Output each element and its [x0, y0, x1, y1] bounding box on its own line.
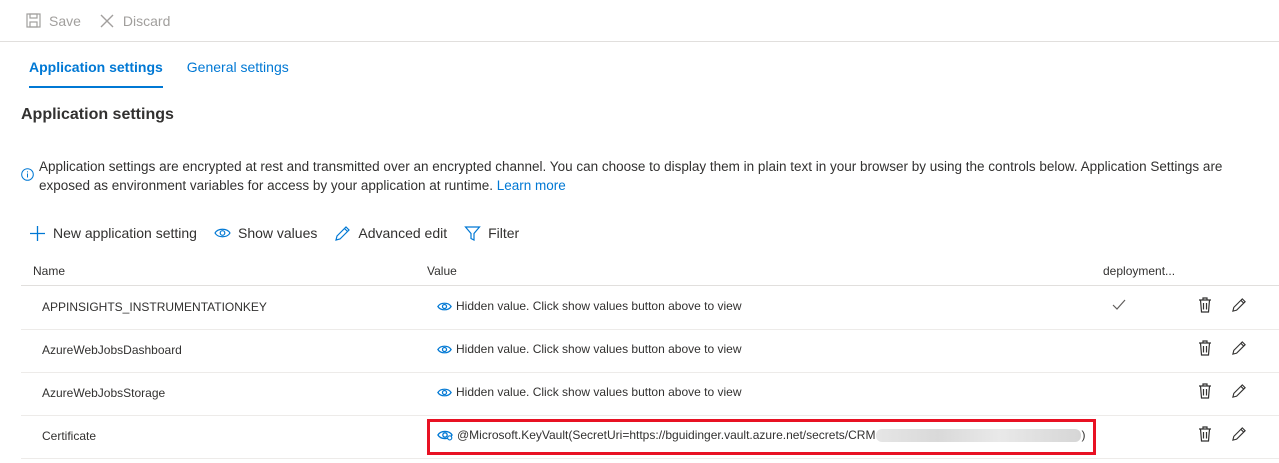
hidden-value-text: Hidden value. Click show values button a…: [456, 342, 742, 356]
tab-general-settings[interactable]: General settings: [187, 52, 289, 88]
trash-icon[interactable]: [1198, 340, 1212, 356]
filter-button[interactable]: Filter: [464, 225, 519, 242]
column-header-name[interactable]: Name: [33, 264, 65, 278]
setting-name: AzureWebJobsStorage: [42, 386, 166, 400]
info-message: Application settings are encrypted at re…: [21, 157, 1261, 195]
table-row[interactable]: AzureWebJobsDashboard Hidden value. Clic…: [21, 330, 1279, 373]
pencil-icon[interactable]: [1231, 297, 1247, 313]
column-header-value[interactable]: Value: [427, 264, 457, 278]
setting-name: AzureWebJobsDashboard: [42, 343, 182, 357]
discard-button[interactable]: Discard: [99, 13, 170, 29]
grid-header: Name Value deployment...: [21, 260, 1279, 286]
setting-name: Certificate: [42, 429, 97, 443]
info-text-block: Application settings are encrypted at re…: [39, 157, 1261, 195]
plus-icon: [30, 225, 45, 241]
table-row[interactable]: AzureWebJobsStorage Hidden value. Click …: [21, 373, 1279, 416]
show-values-label: Show values: [237, 225, 318, 241]
table-row[interactable]: APPINSIGHTS_INSTRUMENTATIONKEY Hidden va…: [21, 287, 1279, 330]
highlight-box: [427, 419, 1096, 455]
trash-icon[interactable]: [1198, 297, 1212, 313]
checkmark-icon: [1112, 299, 1126, 310]
learn-more-link[interactable]: Learn more: [497, 178, 566, 193]
info-icon: [21, 168, 34, 181]
tab-strip: Application settings General settings: [29, 52, 313, 88]
eye-icon: [437, 388, 452, 396]
setting-value: Hidden value. Click show values button a…: [437, 385, 742, 399]
pencil-icon[interactable]: [1231, 340, 1247, 356]
new-application-setting-button[interactable]: New application setting: [29, 225, 197, 242]
settings-action-bar: New application setting Show values Adva…: [29, 222, 536, 244]
tab-application-settings[interactable]: Application settings: [29, 52, 163, 88]
setting-value: Hidden value. Click show values button a…: [437, 342, 742, 356]
pencil-icon[interactable]: [1231, 383, 1247, 399]
show-values-button[interactable]: Show values: [214, 225, 317, 241]
pencil-icon: [335, 225, 351, 241]
discard-label: Discard: [122, 12, 171, 29]
new-application-setting-label: New application setting: [53, 225, 197, 241]
eye-icon: [437, 345, 452, 353]
command-bar: Save Discard: [0, 0, 1279, 42]
setting-name: APPINSIGHTS_INSTRUMENTATIONKEY: [42, 300, 267, 314]
filter-label: Filter: [488, 225, 520, 241]
pencil-icon[interactable]: [1231, 426, 1247, 442]
setting-value: Hidden value. Click show values button a…: [437, 299, 742, 313]
filter-icon: [464, 225, 481, 241]
eye-icon: [437, 302, 452, 310]
info-text: Application settings are encrypted at re…: [39, 159, 1223, 193]
save-label: Save: [49, 12, 81, 29]
trash-icon[interactable]: [1198, 426, 1212, 442]
close-icon: [100, 14, 114, 27]
trash-icon[interactable]: [1198, 383, 1212, 399]
advanced-edit-button[interactable]: Advanced edit: [334, 225, 447, 242]
advanced-edit-label: Advanced edit: [358, 225, 448, 241]
hidden-value-text: Hidden value. Click show values button a…: [456, 299, 742, 313]
column-header-deployment[interactable]: deployment...: [1103, 264, 1175, 278]
save-icon: [26, 13, 41, 28]
hidden-value-text: Hidden value. Click show values button a…: [456, 385, 742, 399]
eye-icon: [214, 228, 231, 238]
section-title: Application settings: [21, 106, 174, 123]
save-button[interactable]: Save: [26, 13, 81, 29]
